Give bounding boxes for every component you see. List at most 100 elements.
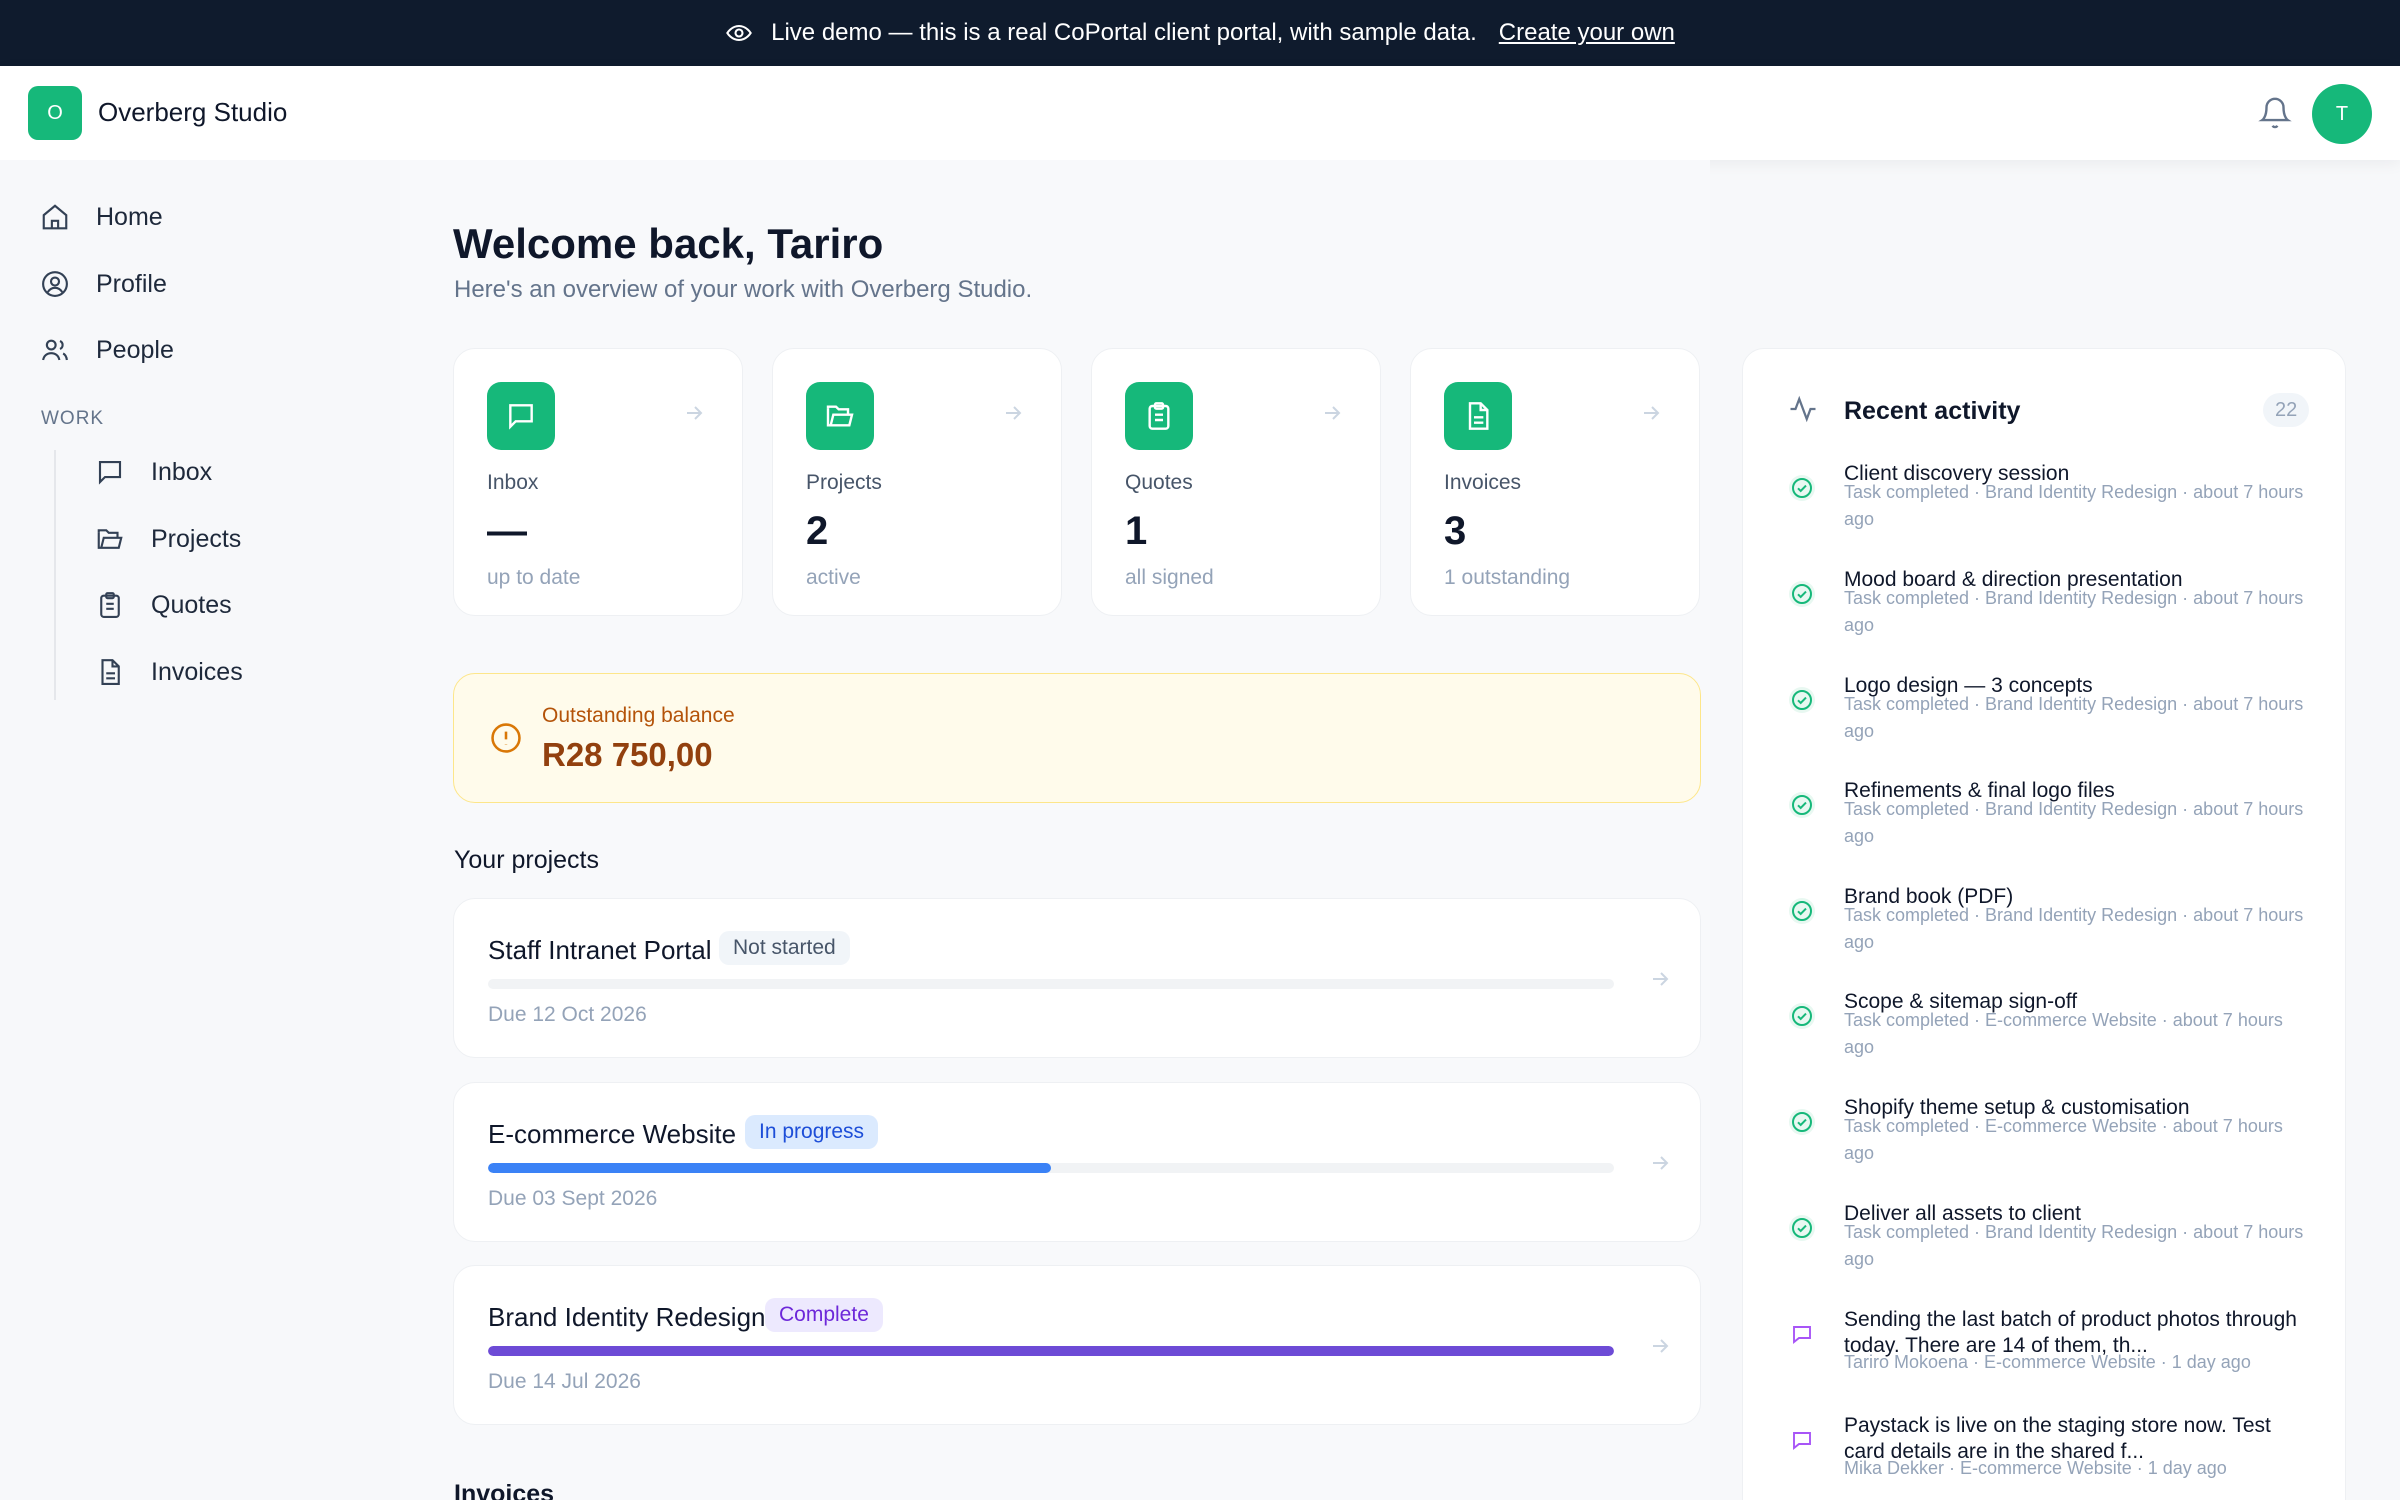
activity-item-meta: Task completed · Brand Identity Redesign…	[1844, 905, 2304, 952]
folder-icon	[97, 529, 123, 549]
users-icon	[42, 339, 68, 361]
status-badge: Not started	[719, 931, 850, 965]
outstanding-balance-card[interactable]: Outstanding balance R28 750,00	[453, 673, 1701, 803]
sidebar-item-label: Home	[96, 202, 163, 231]
progress-fill	[488, 1163, 1051, 1173]
project-card[interactable]: E-commerce Website In progress Due 03 Se…	[453, 1082, 1701, 1242]
arrow-right-icon	[687, 406, 703, 420]
stat-card-invoices[interactable]: Invoices 3 1 outstanding	[1410, 348, 1700, 616]
page-subtitle: Here's an overview of your work with Ove…	[454, 276, 1033, 303]
arrow-right-icon	[1325, 406, 1341, 420]
clipboard-icon	[100, 592, 120, 618]
sidebar-item-inbox[interactable]: Inbox	[95, 457, 212, 487]
sidebar-item-label: Invoices	[151, 657, 243, 686]
recent-activity-panel: Recent activity 22 Client discovery sess…	[1742, 348, 2346, 1500]
home-icon	[42, 204, 68, 230]
status-badge: In progress	[745, 1115, 879, 1149]
sidebar-item-label: Quotes	[151, 590, 232, 619]
check-circle-icon	[1789, 581, 1815, 607]
arrow-right-icon	[1644, 406, 1660, 420]
activity-item-meta: Task completed · Brand Identity Redesign…	[1844, 799, 2304, 846]
project-card[interactable]: Brand Identity Redesign Complete Due 14 …	[453, 1265, 1701, 1425]
check-circle-icon	[1789, 792, 1815, 818]
sidebar-item-label: Projects	[151, 524, 242, 553]
project-due-date: Due 03 Sept 2026	[488, 1187, 658, 1210]
project-name: E-commerce Website	[488, 1119, 737, 1149]
top-bar: O Overberg Studio T	[0, 66, 2400, 160]
stat-label: Projects	[806, 471, 882, 494]
stat-caption: up to date	[487, 566, 581, 589]
file-icon	[101, 659, 120, 685]
arrow-right-icon	[1653, 1156, 1669, 1170]
activity-item-meta: Mika Dekker · E-commerce Website · 1 day…	[1844, 1458, 2227, 1478]
sidebar-item-projects[interactable]: Projects	[95, 524, 241, 554]
studio-name[interactable]: Overberg Studio	[98, 97, 287, 128]
stat-card-inbox[interactable]: Inbox — up to date	[453, 348, 743, 616]
balance-value: R28 750,00	[542, 736, 713, 773]
project-due-date: Due 14 Jul 2026	[488, 1370, 641, 1393]
project-name: Brand Identity Redesign	[488, 1302, 766, 1332]
message-icon	[1789, 1321, 1815, 1347]
arrow-right-icon	[1006, 406, 1022, 420]
activity-item-meta: Task completed · Brand Identity Redesign…	[1844, 1222, 2304, 1269]
activity-item-meta: Tariro Mokoena · E-commerce Website · 1 …	[1844, 1352, 2251, 1372]
stat-value: 2	[806, 509, 829, 553]
sidebar-item-profile[interactable]: Profile	[40, 269, 167, 299]
activity-title: Recent activity	[1844, 397, 2021, 425]
sidebar-item-invoices[interactable]: Invoices	[95, 657, 243, 687]
create-your-own-link[interactable]: Create your own	[1499, 19, 1675, 47]
balance-label: Outstanding balance	[542, 704, 735, 727]
avatar[interactable]: T	[2312, 84, 2372, 144]
activity-icon	[1790, 395, 1816, 423]
check-circle-icon	[1789, 1003, 1815, 1029]
sidebar-item-label: Profile	[96, 269, 167, 298]
stat-card-quotes[interactable]: Quotes 1 all signed	[1091, 348, 1381, 616]
stat-label: Inbox	[487, 471, 539, 494]
activity-item-meta: Task completed · E-commerce Website · ab…	[1844, 1116, 2283, 1163]
activity-item-meta: Task completed · E-commerce Website · ab…	[1844, 1010, 2283, 1057]
progress-fill	[488, 1346, 1614, 1356]
stat-label: Invoices	[1444, 471, 1522, 494]
arrow-right-icon	[1653, 1339, 1669, 1353]
clipboard-icon	[1125, 382, 1193, 450]
progress-track	[488, 1346, 1614, 1356]
file-icon	[1444, 382, 1512, 450]
user-circle-icon	[42, 271, 68, 297]
activity-count-badge: 22	[2263, 393, 2310, 427]
sidebar-item-people[interactable]: People	[40, 335, 174, 365]
page-title: Welcome back, Tariro	[453, 220, 884, 267]
stat-label: Quotes	[1125, 471, 1193, 494]
studio-logo[interactable]: O	[28, 86, 82, 140]
activity-item-meta: Task completed · Brand Identity Redesign…	[1844, 694, 2304, 741]
stat-value: 1	[1125, 509, 1148, 553]
stat-card-projects[interactable]: Projects 2 active	[772, 348, 1062, 616]
bell-icon[interactable]	[2258, 96, 2292, 130]
status-badge: Complete	[765, 1298, 883, 1332]
sidebar-item-label: People	[96, 335, 174, 364]
stat-value: 3	[1444, 509, 1467, 553]
projects-section-title: Your projects	[454, 846, 599, 874]
check-circle-icon	[1789, 475, 1815, 501]
check-circle-icon	[1789, 898, 1815, 924]
stat-caption: 1 outstanding	[1444, 566, 1571, 589]
work-section-label: WORK	[41, 408, 105, 429]
alert-circle-icon	[491, 723, 521, 753]
sidebar: Home Profile People WORK Inbox Projects …	[0, 160, 400, 1500]
folder-icon	[806, 382, 874, 450]
progress-track	[488, 1163, 1614, 1173]
check-circle-icon	[1789, 1109, 1815, 1135]
project-card[interactable]: Staff Intranet Portal Not started Due 12…	[453, 898, 1701, 1058]
sidebar-item-home[interactable]: Home	[40, 202, 163, 232]
main-content: Welcome back, Tariro Here's an overview …	[400, 160, 1710, 1500]
stat-caption: active	[806, 566, 861, 589]
activity-item-meta: Task completed · Brand Identity Redesign…	[1844, 482, 2304, 529]
work-divider	[54, 450, 56, 700]
check-circle-icon	[1789, 1215, 1815, 1241]
sidebar-item-label: Inbox	[151, 457, 213, 486]
project-due-date: Due 12 Oct 2026	[488, 1003, 647, 1026]
message-icon	[1789, 1427, 1815, 1453]
sidebar-item-quotes[interactable]: Quotes	[95, 590, 232, 620]
eye-icon	[725, 19, 753, 47]
check-circle-icon	[1789, 687, 1815, 713]
invoices-section-title: Invoices	[454, 1480, 555, 1500]
